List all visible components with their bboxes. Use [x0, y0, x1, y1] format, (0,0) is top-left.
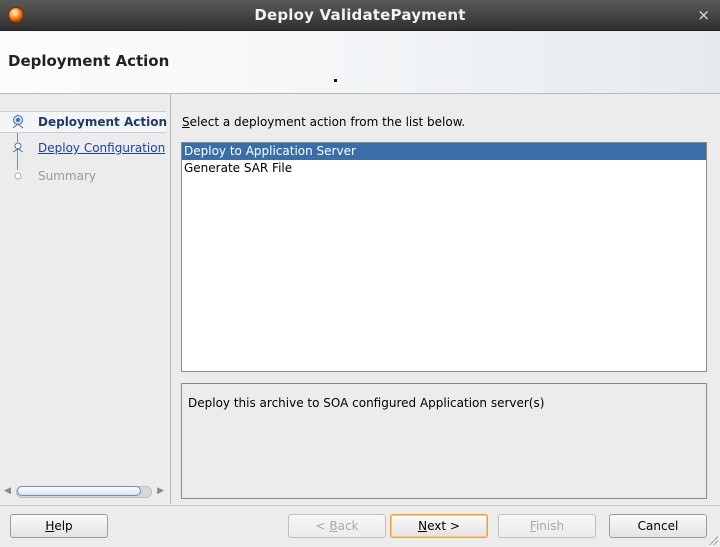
page-title: Deployment Action — [8, 52, 170, 70]
finish-label: inish — [535, 519, 565, 533]
pending-step-icon — [14, 172, 22, 180]
scrollbar-thumb[interactable] — [17, 486, 141, 496]
current-step-icon — [12, 115, 24, 129]
scroll-left-icon[interactable]: ◀ — [4, 484, 11, 498]
close-icon[interactable]: × — [697, 0, 710, 30]
nav-horizontal-scrollbar[interactable]: ◀ ▶ — [4, 484, 164, 498]
next-step-icon — [12, 142, 24, 153]
help-mnemonic: H — [45, 519, 55, 533]
next-button[interactable]: Next > — [390, 514, 488, 538]
scroll-right-icon[interactable]: ▶ — [157, 484, 164, 498]
prompt-text: elect a deployment action from the list … — [189, 115, 466, 129]
action-prompt: Select a deployment action from the list… — [182, 115, 465, 129]
deployment-action-list[interactable]: Deploy to Application Server Generate SA… — [181, 142, 707, 372]
title-bar[interactable]: Deploy ValidatePayment × — [0, 0, 720, 31]
prompt-mnemonic: S — [182, 115, 190, 129]
back-mnemonic: B — [329, 519, 338, 533]
wizard-step-nav: Deployment Action Deploy Configuration S… — [0, 94, 171, 504]
help-button[interactable]: Help — [10, 514, 108, 538]
action-description: Deploy this archive to SOA configured Ap… — [188, 396, 545, 410]
back-prefix: < — [315, 519, 330, 533]
next-label: ext > — [427, 519, 460, 533]
help-label: elp — [54, 519, 73, 533]
header-dot — [334, 79, 337, 82]
button-bar: Help < Back Next > Finish Cancel — [0, 505, 720, 547]
list-item-deploy-to-application-server[interactable]: Deploy to Application Server — [182, 143, 706, 160]
resize-grip-icon[interactable] — [708, 535, 718, 545]
list-item-generate-sar-file[interactable]: Generate SAR File — [182, 160, 706, 177]
back-label: ack — [337, 519, 359, 533]
wizard-header: Deployment Action — [0, 31, 720, 94]
nav-item-label: Summary — [38, 169, 96, 183]
nav-item-label: Deployment Action — [38, 115, 168, 129]
cancel-button[interactable]: Cancel — [609, 514, 707, 538]
action-description-panel: Deploy this archive to SOA configured Ap… — [181, 383, 707, 499]
deploy-dialog: Deploy ValidatePayment × Deployment Acti… — [0, 0, 720, 547]
nav-item-label: Deploy Configuration — [38, 141, 166, 155]
nav-item-deployment-action[interactable]: Deployment Action — [0, 111, 168, 133]
next-mnemonic: N — [418, 519, 428, 533]
window-title: Deploy ValidatePayment — [254, 6, 466, 24]
finish-button[interactable]: Finish — [498, 514, 596, 538]
back-button[interactable]: < Back — [288, 514, 386, 538]
